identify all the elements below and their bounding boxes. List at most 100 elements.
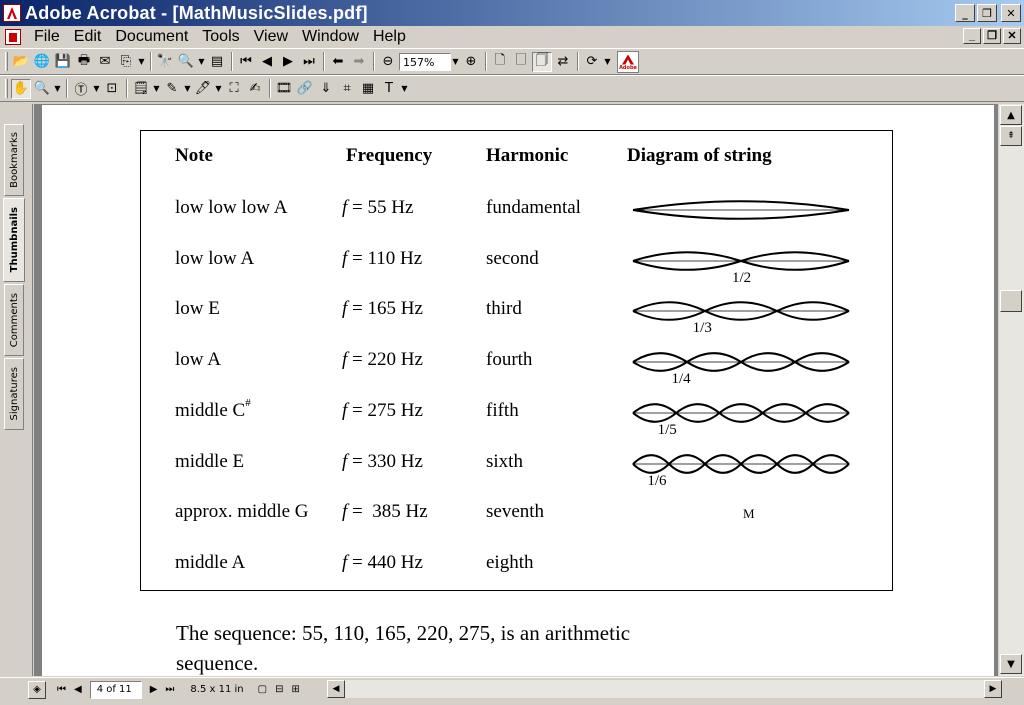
chevron-down-icon[interactable]: ▼ (152, 79, 161, 99)
share-icon[interactable]: ⎘ (116, 52, 136, 72)
form-tool-icon[interactable]: ▦ (358, 79, 378, 99)
first-page-icon[interactable]: ⏮ (236, 52, 256, 72)
menu-bar: File Edit Document Tools View Window Hel… (0, 26, 1024, 48)
doc-close-button[interactable]: ✕ (1003, 28, 1021, 44)
close-button[interactable]: ✕ (1001, 4, 1021, 22)
tab-thumbnails[interactable]: Thumbnails (3, 198, 25, 282)
go-back-icon[interactable]: ⬅ (328, 52, 348, 72)
string-diagram (632, 301, 850, 322)
doc-restore-button[interactable]: ❐ (983, 28, 1001, 44)
scroll-up-button[interactable]: ▲ (1000, 105, 1022, 125)
tab-signatures[interactable]: Signatures (4, 358, 24, 430)
doc-minimize-button[interactable]: _ (963, 28, 981, 44)
chevron-down-icon[interactable]: ▼ (197, 52, 206, 72)
previous-page-icon[interactable]: ◀ (257, 52, 277, 72)
toolbar-separator (126, 79, 128, 98)
next-page-icon[interactable]: ▶ (278, 52, 298, 72)
toolbar-grip[interactable] (5, 79, 8, 98)
adobe-logo-icon[interactable]: Adobe (617, 50, 639, 73)
chevron-down-icon[interactable]: ▼ (183, 79, 192, 99)
movie-tool-icon[interactable]: 🎞 (274, 79, 294, 99)
article-tool-icon[interactable]: ⇓ (316, 79, 336, 99)
zoom-input[interactable]: 157% (399, 52, 451, 71)
string-lower-curve (632, 259, 850, 271)
tab-bookmarks-label: Bookmarks (8, 132, 20, 188)
tab-bookmarks[interactable]: Bookmarks (4, 124, 24, 196)
header-note: Note (175, 145, 213, 166)
document-viewport[interactable]: Note Frequency Harmonic Diagram of strin… (34, 104, 998, 676)
vertical-scrollbar[interactable]: ▲ ⇞ ▼ (999, 104, 1024, 676)
chevron-down-icon[interactable]: ▼ (603, 52, 612, 72)
document-icon[interactable] (5, 29, 21, 45)
highlighter-tool-icon[interactable]: 🖊 (193, 79, 213, 99)
horizontal-scrollbar[interactable]: ◀ ▶ (327, 680, 1002, 698)
page-number-field[interactable]: 4 of 11 (89, 680, 142, 699)
previous-page-button[interactable]: ◀ (70, 681, 86, 699)
minimize-button[interactable]: _ (955, 4, 975, 22)
menu-tools[interactable]: Tools (195, 28, 246, 46)
zoom-in-icon[interactable]: ⊕ (461, 52, 481, 72)
zoom-tool-icon[interactable]: 🔍 (32, 79, 52, 99)
rotate-view-icon[interactable]: ⟳ (582, 52, 602, 72)
restore-button[interactable]: ❐ (977, 4, 997, 22)
first-page-button[interactable]: ⏮ (53, 681, 70, 699)
fit-width-icon[interactable]: 🗍 (532, 51, 552, 72)
toolbar-separator (373, 52, 375, 71)
pencil-tool-icon[interactable]: ✎ (162, 79, 182, 99)
reflow-icon[interactable]: ⇄ (553, 52, 573, 72)
chevron-down-icon[interactable]: ▼ (137, 52, 146, 72)
continuous-facing-icon[interactable]: ⊞ (287, 681, 303, 699)
menu-view[interactable]: View (247, 28, 295, 46)
text-select-icon[interactable]: Ⓣ (71, 79, 91, 99)
open-icon[interactable]: 📂 (11, 52, 31, 72)
acrobat-window: Adobe Acrobat - [MathMusicSlides.pdf] _ … (0, 0, 1024, 705)
previous-page-scroll-button[interactable]: ⇞ (1000, 126, 1022, 146)
splitter-icon[interactable]: ◈ (28, 680, 46, 699)
go-forward-icon[interactable]: ➡ (349, 52, 369, 72)
actual-size-icon[interactable]: 🗋 (490, 52, 510, 72)
menu-document[interactable]: Document (108, 28, 195, 46)
hand-tool-icon[interactable]: ✋ (11, 78, 31, 99)
fit-page-icon[interactable]: 🗌 (511, 52, 531, 72)
tab-comments[interactable]: Comments (4, 284, 24, 356)
last-page-button[interactable]: ⏭ (161, 681, 178, 699)
harmonic-cell: seventh (486, 501, 545, 523)
last-page-icon[interactable]: ⏭ (299, 52, 319, 72)
graphics-select-icon[interactable]: ⊡ (102, 79, 122, 99)
crop-tool-icon[interactable]: ⌗ (337, 79, 357, 99)
chevron-down-icon[interactable]: ▼ (400, 79, 409, 99)
tab-thumbnails-label: Thumbnails (8, 207, 20, 273)
next-page-button[interactable]: ▶ (146, 681, 162, 699)
link-tool-icon[interactable]: 🔗 (295, 79, 315, 99)
menu-edit[interactable]: Edit (67, 28, 109, 46)
scroll-thumb[interactable] (1000, 290, 1022, 312)
sign-tool-icon[interactable]: ✍ (245, 79, 265, 99)
zoom-dropdown-icon[interactable]: ▼ (451, 52, 460, 72)
menu-window[interactable]: Window (295, 28, 366, 46)
note-tool-icon[interactable]: 🗒 (131, 79, 151, 99)
toolbar-grip[interactable] (5, 52, 8, 71)
print-icon[interactable]: 🖶 (74, 52, 94, 72)
find-icon[interactable]: 🔭 (155, 52, 175, 72)
harmonics-table: Note Frequency Harmonic Diagram of strin… (140, 130, 893, 591)
chevron-down-icon[interactable]: ▼ (92, 79, 101, 99)
scroll-right-button[interactable]: ▶ (984, 680, 1002, 698)
scroll-left-button[interactable]: ◀ (327, 680, 345, 698)
chevron-down-icon[interactable]: ▼ (214, 79, 223, 99)
single-page-icon[interactable]: ▢ (254, 681, 271, 699)
string-lower-curve (632, 462, 850, 474)
email-icon[interactable]: ✉ (95, 52, 115, 72)
chevron-down-icon[interactable]: ▼ (53, 79, 62, 99)
touchup-text-icon[interactable]: T (379, 79, 399, 99)
save-icon[interactable]: 💾 (53, 52, 73, 72)
zoom-out-icon[interactable]: ⊖ (378, 52, 398, 72)
browse-web-icon[interactable]: 🌐 (32, 52, 52, 72)
search-icon[interactable]: 🔍 (176, 52, 196, 72)
menu-help[interactable]: Help (366, 28, 413, 46)
scroll-down-button[interactable]: ▼ (1000, 654, 1022, 674)
continuous-icon[interactable]: ⊟ (271, 681, 287, 699)
menu-file[interactable]: File (27, 28, 67, 46)
stamp-tool-icon[interactable]: ⛶ (224, 79, 244, 99)
show-hide-navpane-icon[interactable]: ▤ (207, 52, 227, 72)
acrobat-app-icon[interactable] (3, 4, 21, 22)
